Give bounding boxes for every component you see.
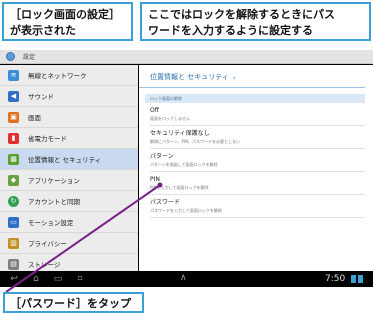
sidebar-item-location-security[interactable]: ▦ 位置情報と セキュリティ xyxy=(0,149,138,170)
sidebar-item-sound[interactable]: ◀ サウンド xyxy=(0,86,138,107)
sidebar-item-label: アプリケーション xyxy=(28,177,80,185)
sidebar-item-label: アカウントと同期 xyxy=(28,198,80,206)
sidebar-item-applications[interactable]: ◆ アプリケーション xyxy=(0,170,138,191)
wifi-status-icon xyxy=(351,275,356,283)
screenshot-icon[interactable]: ⌗ xyxy=(72,271,88,287)
settings-content: 位置情報と セキュリティ › ロック画面の解除 Off 画面をロックしません セ… xyxy=(139,65,373,271)
chevron-right-icon: › xyxy=(232,74,236,82)
expand-up-icon[interactable]: ∧ xyxy=(180,273,187,283)
sidebar-item-label: 位置情報と セキュリティ xyxy=(28,156,102,164)
sync-icon: ↻ xyxy=(8,195,19,207)
recent-apps-icon[interactable]: ▭ xyxy=(50,271,66,287)
speaker-icon: ◀ xyxy=(8,90,19,102)
sidebar-item-privacy[interactable]: ▥ プライバシー xyxy=(0,233,138,254)
page-title: 位置情報と セキュリティ xyxy=(150,73,229,81)
option-title: Off xyxy=(150,107,159,114)
lock-option-no-security[interactable]: セキュリティ保護なし 解除にパターン、PIN、パスワードを必要としない xyxy=(150,126,365,149)
tablet-screen: 設定 ≋ 無線とネットワーク ◀ サウンド ▣ 画面 ▮ 省電力モード ▦ 位置… xyxy=(0,50,373,287)
content-header: 位置情報と セキュリティ › xyxy=(139,65,365,88)
sidebar-item-label: プライバシー xyxy=(28,240,67,248)
system-bar: ↩ ⌂ ▭ ⌗ ∧ 7:50 xyxy=(0,271,373,287)
lock-option-pattern[interactable]: パターン パターンを描画して画面ロックを解除 xyxy=(150,149,365,172)
sidebar-item-motion[interactable]: ▭ モーション設定 xyxy=(0,212,138,233)
sidebar-item-label: ストレージ xyxy=(28,261,61,269)
home-icon[interactable]: ⌂ xyxy=(28,271,44,287)
sidebar-item-storage[interactable]: ▤ ストレージ xyxy=(0,254,138,271)
settings-app-icon[interactable] xyxy=(6,52,15,61)
sidebar-item-label: 無線とネットワーク xyxy=(28,72,87,80)
lock-option-pin[interactable]: PIN PINを入力して画面ロックを解除 xyxy=(150,172,365,195)
back-icon[interactable]: ↩ xyxy=(6,271,22,287)
sidebar-item-label: モーション設定 xyxy=(28,219,74,227)
option-title: PIN xyxy=(150,176,160,183)
lock-grid-icon: ▦ xyxy=(8,153,19,165)
option-desc: 画面をロックしません xyxy=(150,116,190,121)
sidebar-item-wireless[interactable]: ≋ 無線とネットワーク xyxy=(0,65,138,86)
option-desc: 解除にパターン、PIN、パスワードを必要としない xyxy=(150,139,241,144)
sidebar-item-label: 画面 xyxy=(28,114,41,122)
section-label: ロック画面の解除 xyxy=(145,94,365,103)
display-icon: ▣ xyxy=(8,111,19,123)
settings-sidebar: ≋ 無線とネットワーク ◀ サウンド ▣ 画面 ▮ 省電力モード ▦ 位置情報と… xyxy=(0,65,138,271)
option-title: セキュリティ保護なし xyxy=(150,130,210,137)
motion-icon: ▭ xyxy=(8,216,19,228)
sidebar-item-accounts-sync[interactable]: ↻ アカウントと同期 xyxy=(0,191,138,212)
lock-option-password[interactable]: パスワード パスワードを入力して画面ロックを解除 xyxy=(150,195,365,218)
battery-icon: ▮ xyxy=(8,132,19,144)
action-bar-title: 設定 xyxy=(23,54,36,61)
privacy-icon: ▥ xyxy=(8,237,19,249)
sidebar-item-label: 省電力モード xyxy=(28,135,67,143)
wifi-icon: ≋ xyxy=(8,69,19,81)
battery-status-icon xyxy=(358,275,363,283)
sidebar-item-power-saving[interactable]: ▮ 省電力モード xyxy=(0,128,138,149)
status-icons xyxy=(351,275,363,283)
action-bar: 設定 xyxy=(0,50,373,64)
sidebar-item-display[interactable]: ▣ 画面 xyxy=(0,107,138,128)
storage-icon: ▤ xyxy=(8,258,19,270)
option-desc: パスワードを入力して画面ロックを解除 xyxy=(150,208,222,213)
clock: 7:50 xyxy=(325,274,346,284)
callout-instruction: ［パスワード］をタップ xyxy=(3,292,144,313)
option-desc: PINを入力して画面ロックを解除 xyxy=(150,185,209,190)
callout-screen-shown: ［ロック画面の設定］ が表示された xyxy=(2,2,133,41)
option-desc: パターンを描画して画面ロックを解除 xyxy=(150,162,218,167)
lock-option-off[interactable]: Off 画面をロックしません xyxy=(150,103,365,126)
option-title: パターン xyxy=(150,153,174,160)
option-title: パスワード xyxy=(150,199,181,206)
sidebar-item-label: サウンド xyxy=(28,93,54,101)
callout-explanation: ここではロックを解除するときにパス ワードを入力するように設定する xyxy=(140,2,371,41)
apps-icon: ◆ xyxy=(8,174,19,186)
